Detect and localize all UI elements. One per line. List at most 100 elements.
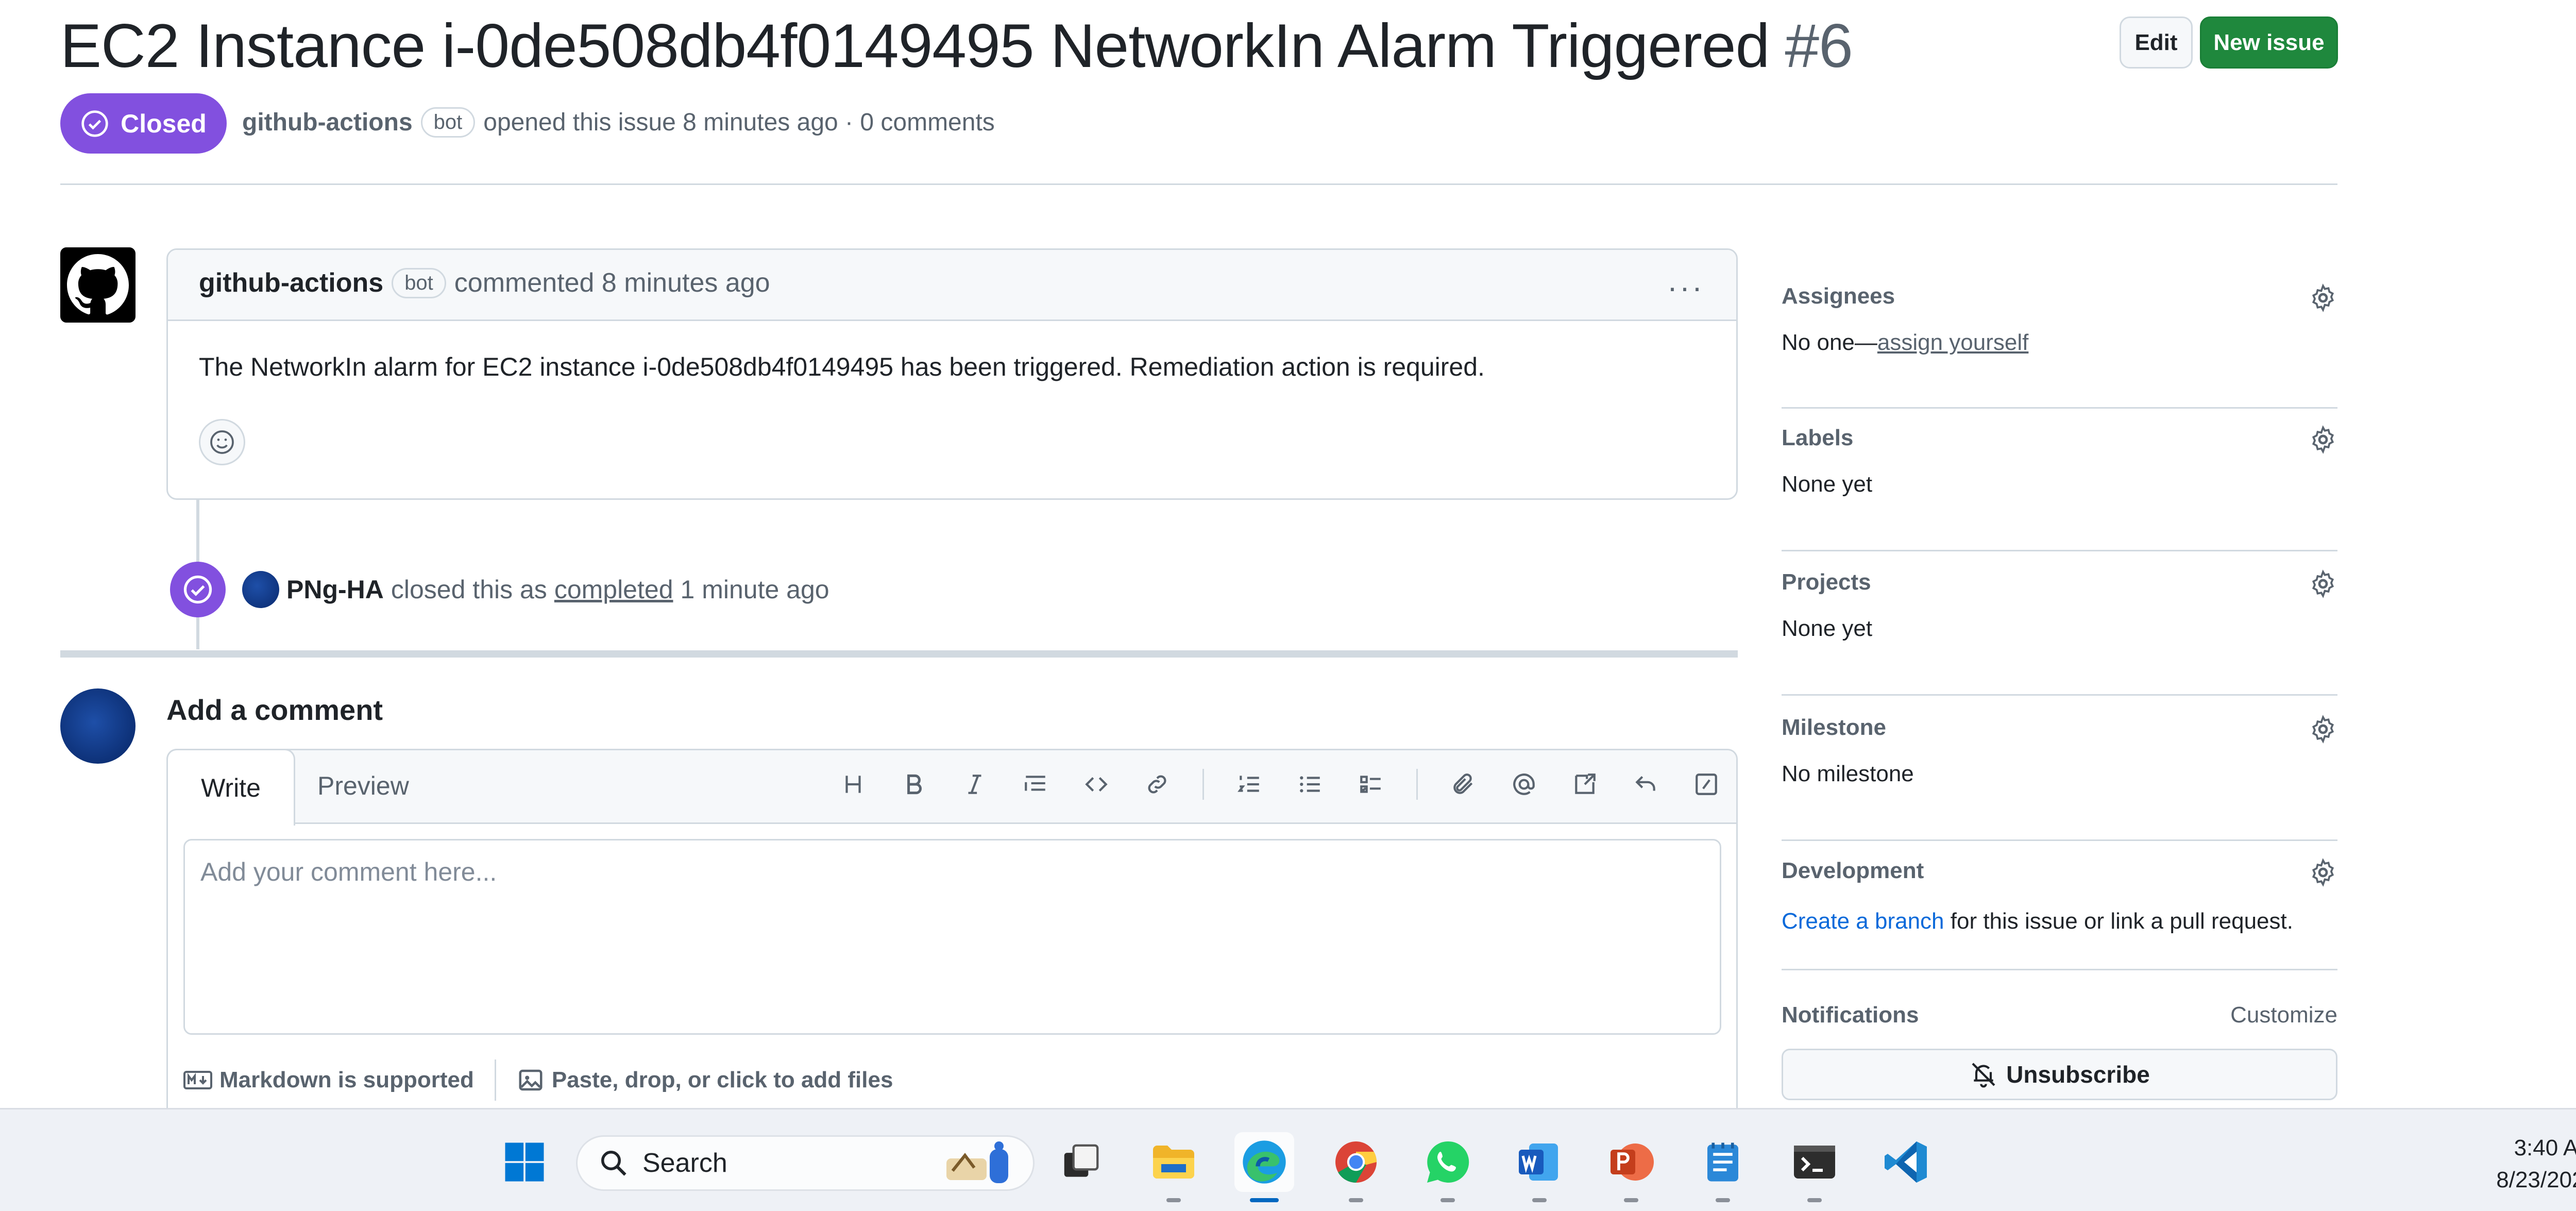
comment-body: The NetworkIn alarm for EC2 instance i-0…: [199, 352, 1485, 381]
vscode-icon: [1885, 1141, 1927, 1183]
new-issue-button[interactable]: New issue: [2200, 16, 2338, 69]
timeline-event: PNg-HA closed this as completed 1 minute…: [242, 571, 829, 608]
start-button[interactable]: [495, 1132, 554, 1192]
comment-menu-button[interactable]: ···: [1667, 270, 1704, 305]
markdown-icon: [183, 1071, 212, 1089]
notepad-icon: [1707, 1142, 1738, 1182]
running-indicator: [1807, 1198, 1822, 1202]
development-rest: for this issue or link a pull request.: [1944, 909, 2293, 934]
reference-icon[interactable]: [1569, 769, 1600, 800]
timeline-divider: [60, 650, 1738, 658]
closed-event-badge: [170, 562, 226, 617]
search-icon: [601, 1151, 626, 1176]
timeline-actor[interactable]: PNg-HA: [286, 575, 384, 604]
system-clock[interactable]: 3:40 AM 8/23/2024: [2496, 1132, 2576, 1196]
powerpoint-icon: [1611, 1143, 1654, 1181]
projects-value: None yet: [1782, 616, 1873, 641]
gear-icon[interactable]: [2309, 858, 2337, 887]
issue-meta: github-actions bot opened this issue 8 m…: [242, 107, 995, 138]
timeline-time[interactable]: 1 minute ago: [681, 575, 829, 604]
image-icon: [519, 1069, 543, 1091]
timeline-action: closed this as: [391, 575, 547, 604]
assignees-none: No one—: [1782, 330, 1877, 355]
markdown-note: Markdown is supported: [219, 1067, 474, 1092]
gear-icon[interactable]: [2309, 283, 2337, 312]
development-title: Development: [1782, 858, 1924, 883]
attach-icon[interactable]: [1448, 769, 1479, 800]
folder-icon: [1153, 1146, 1194, 1179]
milestone-value: No milestone: [1782, 761, 1914, 786]
add-comment-title: Add a comment: [166, 694, 383, 726]
tab-preview[interactable]: Preview: [317, 771, 409, 801]
gear-icon[interactable]: [2309, 569, 2337, 598]
attach-files-button[interactable]: Paste, drop, or click to add files: [517, 1066, 893, 1094]
attach-note: Paste, drop, or click to add files: [551, 1067, 893, 1092]
assignees-title: Assignees: [1782, 283, 1895, 309]
author-link[interactable]: github-actions: [242, 108, 413, 137]
task-view-button[interactable]: [1051, 1132, 1111, 1192]
sidebar-assignees: Assignees No one—assign yourself: [1782, 283, 2337, 409]
avatar[interactable]: [60, 247, 135, 323]
assign-yourself-link[interactable]: assign yourself: [1877, 330, 2028, 355]
unsubscribe-button[interactable]: Unsubscribe: [1782, 1049, 2337, 1100]
edit-button[interactable]: Edit: [2120, 16, 2193, 69]
sidebar-labels: Labels None yet: [1782, 425, 2337, 551]
markdown-help-link[interactable]: Markdown is supported: [183, 1067, 474, 1093]
gear-icon[interactable]: [2309, 715, 2337, 744]
clock-date: 8/23/2024: [2496, 1167, 2576, 1192]
taskbar-file-explorer[interactable]: [1144, 1132, 1204, 1202]
comment-card: github-actions bot commented 8 minutes a…: [166, 248, 1738, 500]
labels-title: Labels: [1782, 425, 1854, 450]
add-reaction-button[interactable]: [199, 419, 245, 465]
opened-text: opened this issue 8 minutes ago · 0 comm…: [483, 109, 995, 136]
ordered-list-icon[interactable]: [1234, 769, 1265, 800]
comment-time[interactable]: commented 8 minutes ago: [454, 267, 770, 298]
code-icon[interactable]: [1081, 769, 1112, 800]
sidebar-projects: Projects None yet: [1782, 569, 2337, 696]
taskbar-edge[interactable]: [1234, 1132, 1294, 1202]
editor-footer: Markdown is supported Paste, drop, or cl…: [183, 1059, 893, 1101]
active-indicator: [1250, 1198, 1279, 1202]
whatsapp-icon: [1427, 1141, 1469, 1183]
avatar[interactable]: [242, 571, 279, 608]
sidebar-milestone: Milestone No milestone: [1782, 715, 2337, 841]
comment-author[interactable]: github-actions: [199, 267, 383, 298]
avatar[interactable]: [60, 688, 135, 764]
chrome-icon: [1335, 1141, 1377, 1183]
footer-divider: [494, 1059, 496, 1101]
tab-write[interactable]: Write: [166, 749, 295, 826]
link-icon[interactable]: [1142, 769, 1173, 800]
taskbar-whatsapp[interactable]: [1418, 1132, 1478, 1202]
bell-slash-icon: [1972, 1063, 1995, 1088]
taskbar-word[interactable]: [1510, 1132, 1569, 1202]
task-list-icon[interactable]: [1355, 769, 1386, 800]
create-branch-link[interactable]: Create a branch: [1782, 909, 1944, 934]
comment-textarea[interactable]: Add your comment here...: [183, 839, 1721, 1035]
taskbar-terminal[interactable]: [1785, 1132, 1844, 1202]
issue-number: #6: [1785, 11, 1853, 80]
running-indicator: [1716, 1198, 1730, 1202]
italic-icon[interactable]: [959, 769, 990, 800]
widgets-icon[interactable]: [940, 1140, 1018, 1186]
search-label: Search: [642, 1148, 727, 1178]
terminal-icon: [1794, 1146, 1835, 1179]
bold-icon[interactable]: [899, 769, 929, 800]
unordered-list-icon[interactable]: [1295, 769, 1326, 800]
taskbar-notepad[interactable]: [1693, 1132, 1753, 1202]
taskbar-vscode[interactable]: [1876, 1132, 1936, 1192]
quote-icon[interactable]: [1020, 769, 1051, 800]
running-indicator: [1440, 1198, 1455, 1202]
mention-icon[interactable]: [1509, 769, 1539, 800]
heading-icon[interactable]: [838, 769, 869, 800]
taskbar-chrome[interactable]: [1326, 1132, 1386, 1202]
windows-logo-icon: [505, 1142, 544, 1182]
taskbar-powerpoint[interactable]: [1601, 1132, 1661, 1202]
customize-link[interactable]: Customize: [2230, 1002, 2337, 1028]
gear-icon[interactable]: [2309, 425, 2337, 454]
taskbar-search[interactable]: Search: [576, 1135, 1035, 1191]
github-logo-icon: [67, 254, 129, 315]
completed-link[interactable]: completed: [554, 575, 673, 604]
undo-icon[interactable]: [1630, 769, 1661, 800]
slash-icon[interactable]: [1691, 769, 1722, 800]
comment-header-text: github-actions bot commented 8 minutes a…: [199, 267, 770, 298]
